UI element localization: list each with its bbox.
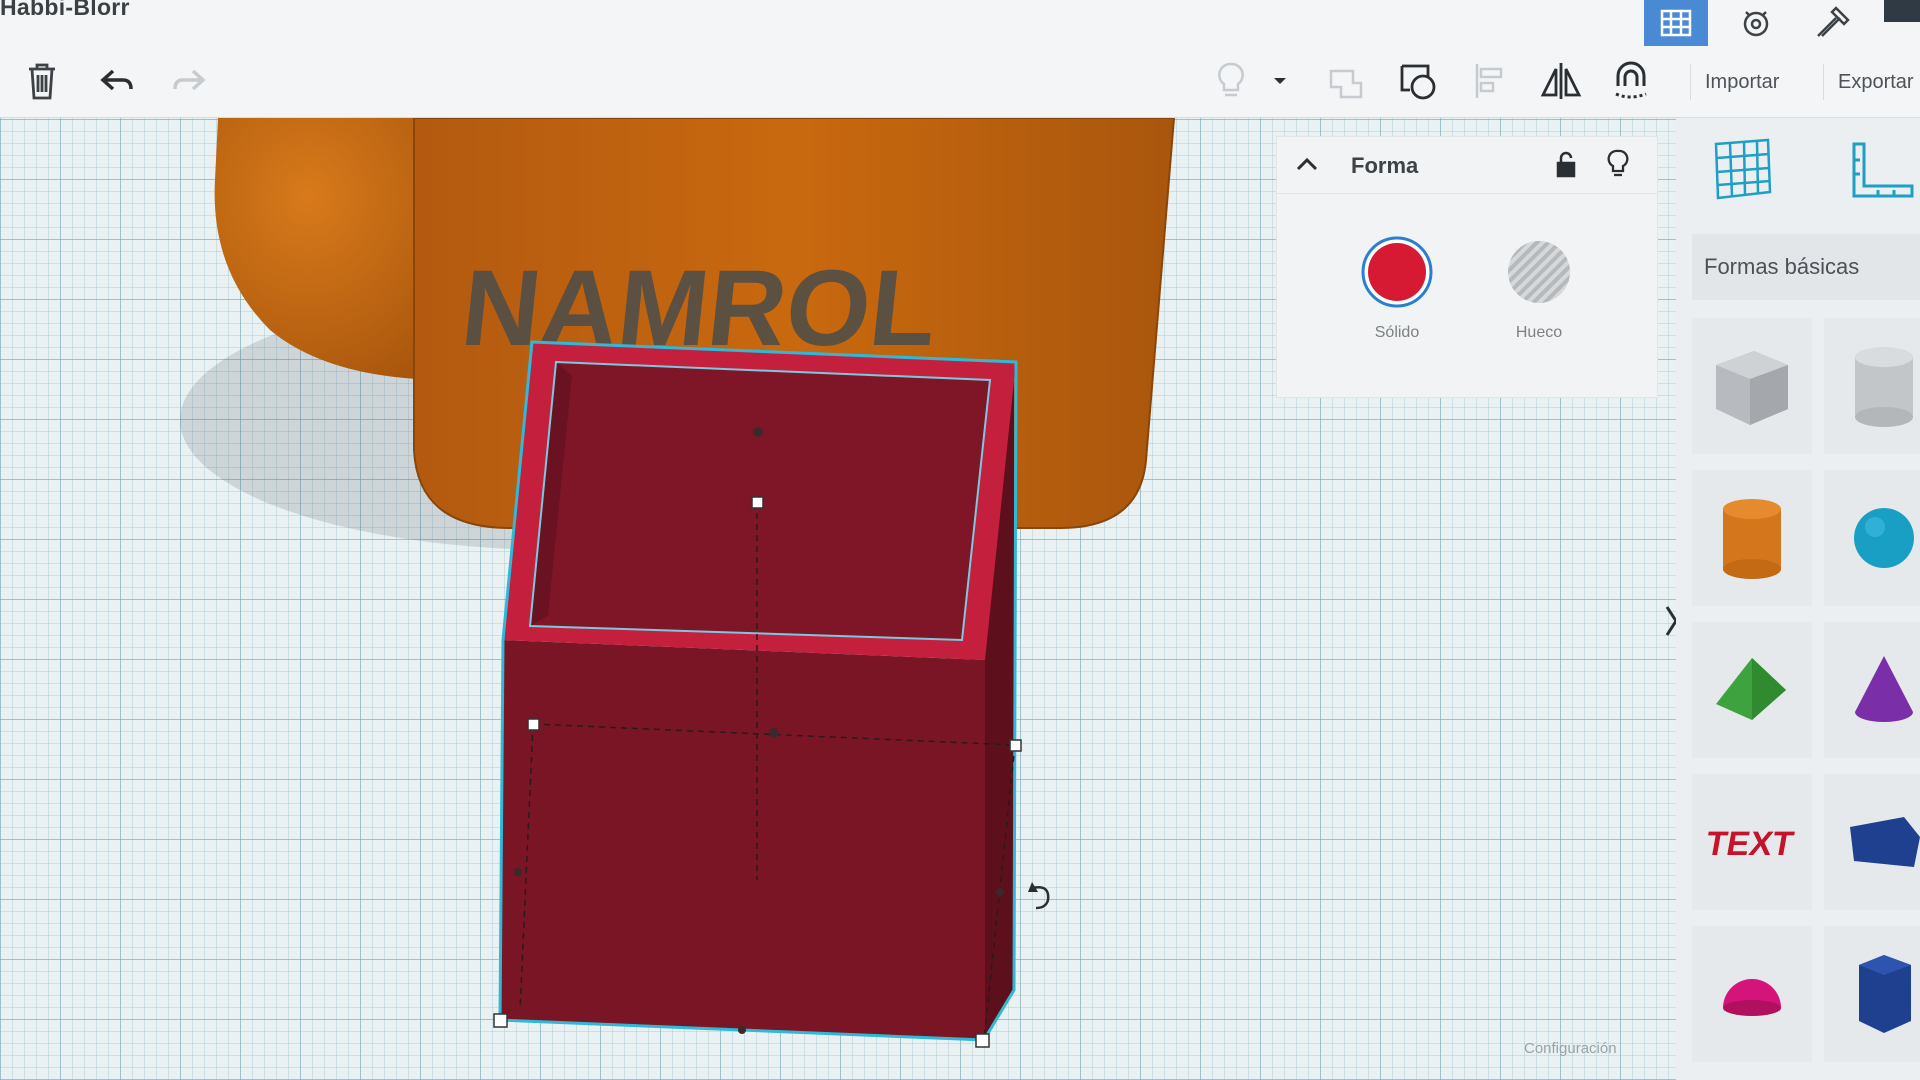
ruler-icon xyxy=(1852,142,1914,198)
hole-option[interactable]: Hueco xyxy=(1489,235,1589,342)
text-shape-icon: TEXT xyxy=(1707,825,1796,863)
shape-cone[interactable] xyxy=(1824,622,1920,758)
undo-button[interactable] xyxy=(92,56,142,106)
account-button[interactable] xyxy=(1884,0,1920,22)
settings-link[interactable]: Configuración xyxy=(1524,1040,1617,1057)
trash-icon xyxy=(29,63,55,100)
delete-button[interactable] xyxy=(17,56,67,106)
shape-roof[interactable] xyxy=(1692,622,1812,758)
title-bar: Habbi-Blorr xyxy=(0,0,1920,47)
library-category-dropdown[interactable]: Formas básicas xyxy=(1692,234,1920,300)
cylinder-shape-icon xyxy=(1723,499,1781,579)
shape-half-sphere[interactable] xyxy=(1692,926,1812,1062)
group-button[interactable] xyxy=(1322,56,1372,106)
chevron-up-icon[interactable] xyxy=(1295,155,1319,173)
shape-wedge[interactable] xyxy=(1824,774,1920,910)
half-sphere-shape-icon xyxy=(1723,979,1781,1016)
lock-icon[interactable] xyxy=(1555,151,1577,179)
grid-icon xyxy=(1660,9,1692,37)
lightbulb-icon[interactable] xyxy=(1607,149,1629,179)
solid-color-swatch[interactable] xyxy=(1360,235,1434,309)
workplane-icon xyxy=(1714,138,1772,200)
show-all-button[interactable] xyxy=(1206,56,1256,106)
solid-option[interactable]: Sólido xyxy=(1347,235,1447,342)
edit-toolbar: Importar Exportar xyxy=(0,46,1920,118)
shape-text[interactable]: TEXT xyxy=(1692,774,1812,910)
import-button[interactable]: Importar xyxy=(1690,64,1793,100)
wedge-shape-icon xyxy=(1850,817,1920,867)
shape-cylinder[interactable] xyxy=(1692,470,1812,606)
redo-icon xyxy=(173,69,206,91)
red-box-front[interactable] xyxy=(500,640,985,1040)
inspector-title: Forma xyxy=(1351,153,1419,178)
sphere-shape-icon xyxy=(1854,508,1914,568)
polygon-shape-icon xyxy=(1859,955,1911,1033)
group-icon xyxy=(1329,69,1363,99)
visibility-dropdown[interactable] xyxy=(1262,56,1298,106)
ungroup-button[interactable] xyxy=(1394,56,1444,106)
undo-icon xyxy=(100,69,133,91)
shape-inspector: Forma Sólido Hueco xyxy=(1276,136,1658,398)
project-title[interactable]: Habbi-Blorr xyxy=(0,0,130,21)
shape-cylinder-hole[interactable] xyxy=(1824,318,1920,454)
shape-library: Formas básicas TEXT xyxy=(1676,118,1920,1080)
export-button[interactable]: Exportar xyxy=(1823,64,1920,100)
magnet-icon xyxy=(1615,61,1647,99)
inspector-header[interactable]: Forma xyxy=(1277,137,1657,194)
ruler-tool-button[interactable] xyxy=(1846,140,1916,209)
svg-text:TEXT: TEXT xyxy=(1707,825,1796,863)
caret-down-icon xyxy=(1274,78,1286,84)
hole-label: Hueco xyxy=(1515,324,1563,341)
ungroup-icon xyxy=(1400,64,1436,100)
shape-polygon[interactable] xyxy=(1824,926,1920,1062)
align-icon xyxy=(1475,64,1503,98)
snap-button[interactable] xyxy=(1606,56,1656,106)
roof-shape-icon xyxy=(1716,658,1786,720)
workplane-tool-button[interactable] xyxy=(1712,136,1776,209)
mirror-button[interactable] xyxy=(1536,56,1586,106)
hole-swatch[interactable] xyxy=(1502,235,1576,309)
redo-button[interactable] xyxy=(164,56,214,106)
box-shape-icon xyxy=(1716,351,1788,425)
align-button[interactable] xyxy=(1466,56,1516,106)
cone-shape-icon xyxy=(1855,656,1913,722)
solid-label: Sólido xyxy=(1374,324,1420,341)
shape-sphere[interactable] xyxy=(1824,470,1920,606)
bricks-view-button[interactable] xyxy=(1800,0,1864,46)
shape-box[interactable] xyxy=(1692,318,1812,454)
hammer-icon xyxy=(1817,6,1850,37)
hole-cylinder-shape-icon xyxy=(1855,347,1913,427)
blocks-view-button[interactable] xyxy=(1724,0,1788,46)
gear-bot-icon xyxy=(1743,11,1769,37)
mirror-icon xyxy=(1540,63,1582,99)
grid-view-button[interactable] xyxy=(1644,0,1708,46)
lightbulb-icon xyxy=(1218,62,1244,97)
